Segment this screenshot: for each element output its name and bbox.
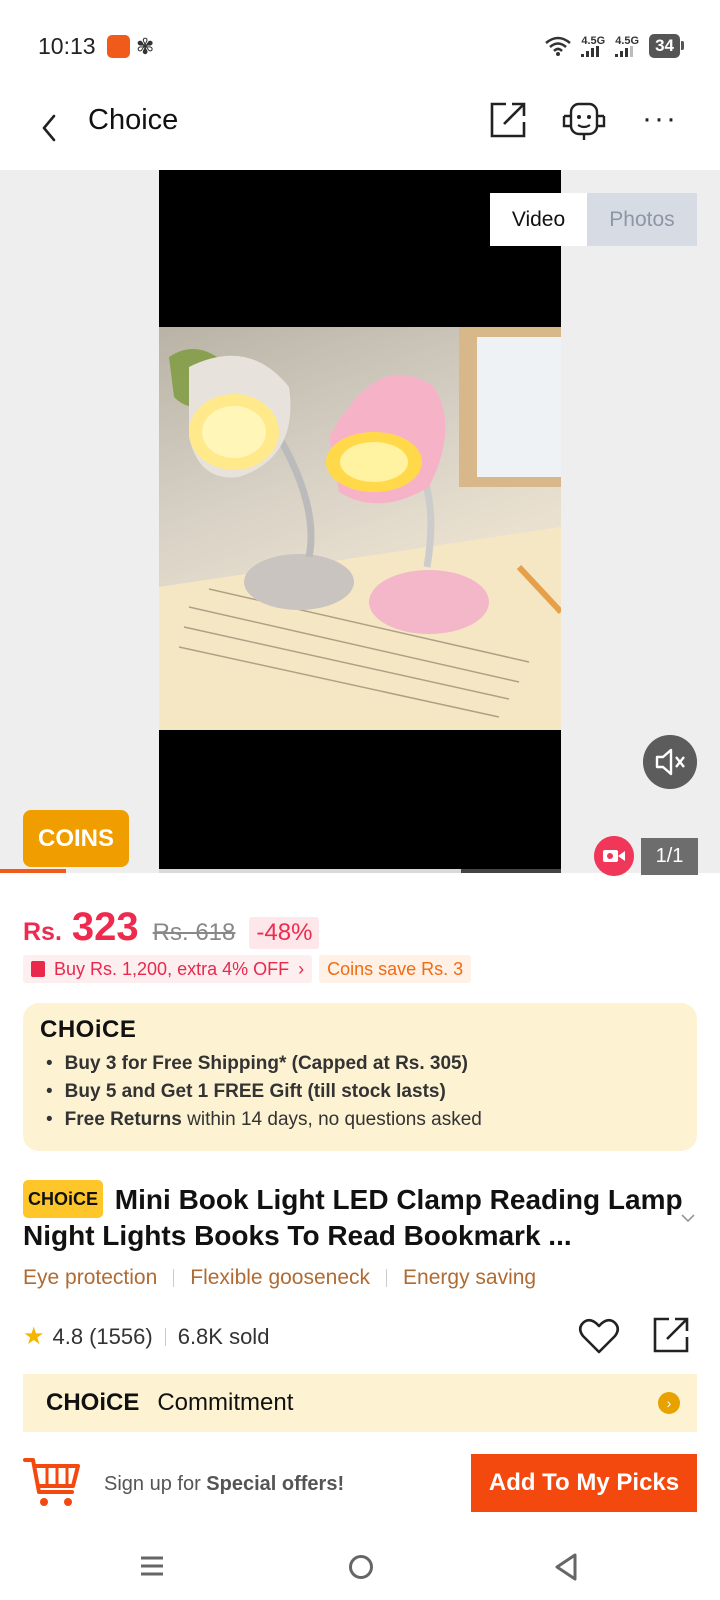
price-row: Rs. 323 Rs. 618 -48% <box>23 905 320 950</box>
media-gallery: Video Photos COINS 1/1 <box>0 170 720 876</box>
heart-icon[interactable] <box>578 1316 620 1356</box>
signal-1: 4.5G <box>581 35 605 57</box>
video-progress-fill <box>159 869 461 873</box>
feature-item: Eye protection <box>23 1266 158 1289</box>
coins-save-badge[interactable]: Coins save Rs. 3 <box>319 955 472 983</box>
page-title: Choice <box>88 104 179 136</box>
choice-benefits[interactable]: CHOiCE Buy 3 for Free Shipping* (Capped … <box>23 1003 697 1151</box>
choice-commitment[interactable]: CHOiCE Commitment › <box>23 1374 697 1432</box>
status-icons: 4.5G 4.5G 34 <box>545 34 684 58</box>
tab-video[interactable]: Video <box>490 193 587 246</box>
mute-icon[interactable] <box>643 735 697 789</box>
feature-tags: Eye protection Flexible gooseneck Energy… <box>23 1266 536 1290</box>
lamps-illustration <box>159 327 561 730</box>
bundle-promo[interactable]: Buy Rs. 1,200, extra 4% OFF › <box>23 955 313 983</box>
benefit-item: Buy 3 for Free Shipping* (Capped at Rs. … <box>46 1050 482 1078</box>
star-icon: ★ <box>23 1323 45 1350</box>
more-options-icon[interactable]: ··· <box>642 102 678 136</box>
current-price: 323 <box>71 905 139 949</box>
signup-prompt[interactable]: Sign up for Special offers! <box>104 1473 344 1496</box>
chevron-down-icon[interactable] <box>680 1210 696 1226</box>
review-count: (1556) <box>89 1323 153 1349</box>
feature-item: Energy saving <box>403 1266 537 1289</box>
promo-row: Buy Rs. 1,200, extra 4% OFF › Coins save… <box>23 955 472 983</box>
chevron-right-icon: › <box>298 958 305 979</box>
media-counter: 1/1 <box>641 838 698 875</box>
coins-button[interactable]: COINS <box>23 810 129 867</box>
coupon-icon <box>31 961 45 977</box>
video-frame <box>159 327 561 730</box>
battery-indicator: 34 <box>649 34 684 58</box>
video-camera-icon[interactable] <box>594 836 634 876</box>
divider <box>386 1269 388 1287</box>
back-icon[interactable] <box>36 108 66 148</box>
product-video[interactable] <box>159 170 561 873</box>
notification-app-icon <box>107 35 130 58</box>
cart-icon[interactable] <box>22 1454 82 1512</box>
commitment-label: Commitment <box>157 1389 294 1416</box>
choice-logo: CHOiCE <box>40 1016 137 1043</box>
bottom-action-bar: Sign up for Special offers! Add To My Pi… <box>0 1442 720 1542</box>
choice-tag: CHOiCE <box>23 1180 104 1218</box>
divider <box>164 1327 166 1346</box>
pinwheel-icon: ✾ <box>136 34 155 59</box>
rating-value: 4.8 <box>52 1323 84 1349</box>
feature-item: Flexible gooseneck <box>190 1266 371 1289</box>
add-to-picks-button[interactable]: Add To My Picks <box>471 1454 697 1512</box>
recent-apps-icon[interactable] <box>140 1555 164 1577</box>
tab-photos[interactable]: Photos <box>587 193 697 246</box>
system-nav-bar <box>0 1542 720 1600</box>
benefit-item: Buy 5 and Get 1 FREE Gift (till stock la… <box>46 1078 482 1106</box>
discount-badge: -48% <box>249 917 320 949</box>
rating-row[interactable]: ★ 4.8 (1556) 6.8K sold <box>23 1322 269 1351</box>
status-bar: 10:13 ✾ 4.5G 4.5G 34 <box>0 0 720 90</box>
product-page: 10:13 ✾ 4.5G 4.5G 34 Choice ··· Video Ph… <box>0 0 720 1600</box>
status-time: 10:13 <box>38 33 96 59</box>
media-tab-switch: Video Photos <box>490 193 697 246</box>
chevron-right-icon: › <box>658 1392 680 1414</box>
choice-logo: CHOiCE <box>46 1389 140 1416</box>
gallery-indicator <box>0 869 66 873</box>
benefit-item: Free Returns within 14 days, no question… <box>46 1106 482 1134</box>
nav-back-icon[interactable] <box>553 1552 579 1582</box>
signal-2: 4.5G <box>615 35 639 57</box>
sold-count: 6.8K sold <box>177 1323 270 1349</box>
app-bar: Choice ··· <box>0 90 720 170</box>
benefit-list: Buy 3 for Free Shipping* (Capped at Rs. … <box>46 1050 482 1134</box>
customer-service-icon[interactable] <box>560 98 608 146</box>
currency-label: Rs. <box>23 918 62 946</box>
home-icon[interactable] <box>349 1555 373 1579</box>
product-title: CHOiCE Mini Book Light LED Clamp Reading… <box>23 1180 683 1254</box>
wifi-icon <box>545 36 572 56</box>
share-icon[interactable] <box>488 100 528 140</box>
divider <box>173 1269 175 1287</box>
original-price: Rs. 618 <box>152 919 236 946</box>
share-icon[interactable] <box>651 1315 691 1355</box>
